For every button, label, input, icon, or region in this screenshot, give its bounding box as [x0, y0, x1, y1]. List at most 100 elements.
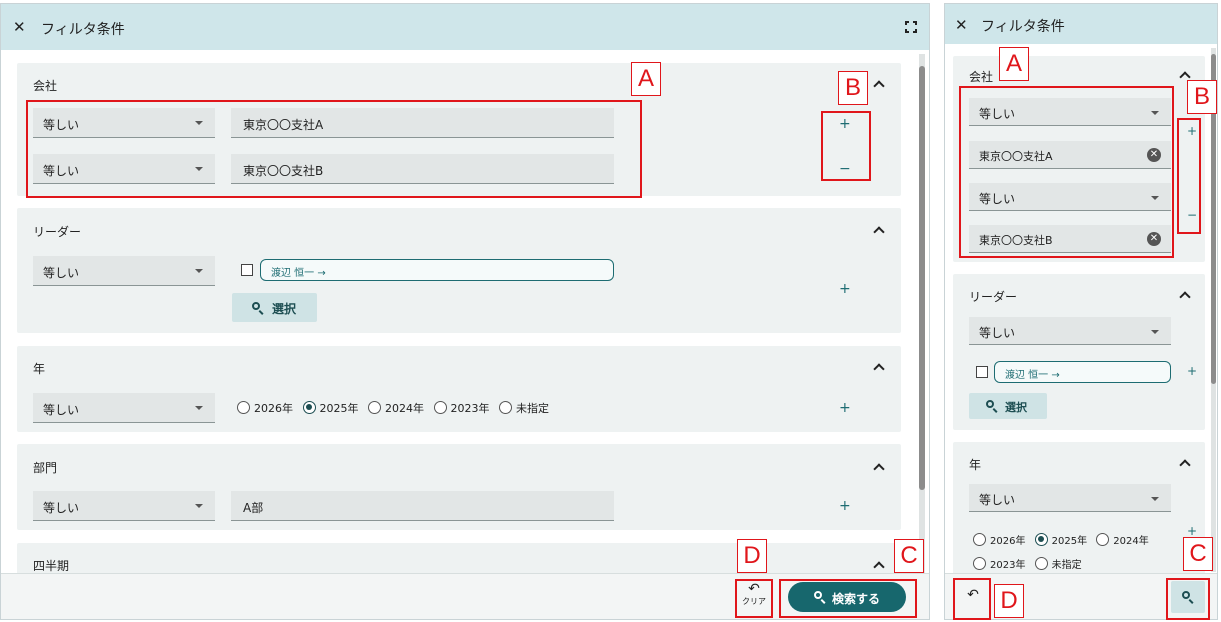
section-dept: 部門 等しい A部 + — [17, 444, 901, 530]
search-button[interactable]: 検索する — [788, 582, 906, 612]
radio-option-selected[interactable]: 2025年 — [1034, 532, 1087, 547]
chevron-down-icon — [195, 121, 203, 125]
radio-option[interactable]: 未指定 — [499, 400, 549, 416]
section-leader: リーダー 等しい 渡辺 恒一 → 選択 + — [17, 208, 901, 333]
operator-select[interactable]: 等しい — [33, 491, 215, 521]
radio-option[interactable]: 2023年 — [973, 556, 1025, 571]
add-condition-button[interactable]: + — [839, 117, 851, 131]
remove-condition-button[interactable]: − — [839, 162, 851, 176]
radio-option[interactable]: 2026年 — [973, 532, 1025, 547]
filter-dialog-wide: ✕ フィルタ条件 会社 等しい 東京〇〇支社A 等しい 東京〇〇支社B + − … — [0, 3, 930, 620]
leader-checkbox[interactable] — [241, 264, 253, 276]
section-leader: リーダー 等しい 渡辺 恒一 → 選択 + — [953, 274, 1205, 430]
chevron-up-icon[interactable] — [1179, 458, 1189, 468]
filter-dialog-narrow: ✕ フィルタ条件 会社 等しい 東京〇〇支社A ✕ 等しい 東京〇〇支社B ✕ — [944, 3, 1218, 620]
section-year: 年 等しい 2026年 2025年 2024年 2023年 未指定 + — [953, 442, 1205, 573]
dialog-header: ✕ フィルタ条件 — [945, 4, 1217, 44]
section-title: 年 — [969, 458, 982, 472]
add-condition-button[interactable]: + — [1187, 364, 1197, 378]
radio-option-selected[interactable]: 2025年 — [302, 400, 359, 416]
chevron-up-icon[interactable] — [873, 462, 883, 472]
chevron-down-icon — [1151, 111, 1159, 115]
operator-select[interactable]: 等しい — [969, 98, 1171, 126]
chevron-down-icon — [195, 504, 203, 508]
chevron-down-icon — [195, 269, 203, 273]
section-title: リーダー — [33, 225, 82, 239]
undo-icon: ↶ — [748, 581, 760, 597]
radio-option[interactable]: 2024年 — [1096, 532, 1149, 547]
section-company: 会社 等しい 東京〇〇支社A ✕ 等しい 東京〇〇支社B ✕ + − — [953, 56, 1205, 262]
annotation-label-c: C — [894, 539, 924, 573]
chevron-down-icon — [1151, 196, 1159, 200]
company-value-input[interactable]: 東京〇〇支社B — [231, 154, 614, 184]
company-value-input[interactable]: 東京〇〇支社A ✕ — [969, 141, 1171, 169]
section-quarter: 四半期 — [17, 543, 901, 573]
company-value-input[interactable]: 東京〇〇支社B ✕ — [969, 225, 1171, 253]
select-leader-button[interactable]: 選択 — [232, 293, 317, 322]
chevron-up-icon[interactable] — [1179, 70, 1189, 80]
chevron-up-icon[interactable] — [873, 560, 883, 570]
search-icon — [814, 591, 822, 599]
chevron-down-icon — [195, 167, 203, 171]
chevron-up-icon[interactable] — [873, 79, 883, 89]
expand-icon[interactable] — [905, 21, 917, 33]
clear-value-icon[interactable]: ✕ — [1147, 232, 1161, 246]
scrollbar[interactable] — [1211, 48, 1216, 572]
annotation-label-c: C — [1183, 537, 1213, 571]
annotation-label-a: A — [631, 62, 661, 96]
year-radio-group: 2026年 2025年 2024年 — [973, 532, 1155, 547]
search-icon — [1182, 591, 1190, 599]
section-title: 四半期 — [33, 559, 70, 573]
operator-select[interactable]: 等しい — [33, 256, 215, 286]
scrollbar-thumb[interactable] — [919, 66, 925, 490]
year-radio-group: 2026年 2025年 2024年 2023年 未指定 — [237, 400, 555, 416]
search-icon — [252, 302, 260, 310]
operator-select[interactable]: 等しい — [969, 484, 1171, 512]
chevron-up-icon[interactable] — [873, 225, 883, 235]
select-leader-button[interactable]: 選択 — [969, 393, 1047, 419]
section-title: 会社 — [969, 70, 994, 84]
annotation-label-d: D — [994, 584, 1024, 618]
close-icon[interactable]: ✕ — [13, 18, 26, 36]
clear-button[interactable]: ↶ クリア — [737, 582, 771, 614]
add-condition-button[interactable]: + — [839, 282, 851, 296]
dialog-footer: ↶ クリア 検索する — [1, 573, 929, 619]
close-icon[interactable]: ✕ — [955, 16, 968, 34]
operator-select[interactable]: 等しい — [33, 393, 215, 423]
dialog-footer: ↶ — [945, 573, 1217, 619]
clear-value-icon[interactable]: ✕ — [1147, 148, 1161, 162]
add-condition-button[interactable]: + — [1187, 524, 1197, 538]
annotation-label-b: B — [1187, 80, 1217, 114]
remove-condition-button[interactable]: − — [1187, 208, 1197, 222]
year-radio-group: 2023年 未指定 — [973, 556, 1088, 571]
dialog-title: フィルタ条件 — [41, 22, 125, 38]
company-value-input[interactable]: 東京〇〇支社A — [231, 108, 614, 138]
add-condition-button[interactable]: + — [839, 499, 851, 513]
leader-chip[interactable]: 渡辺 恒一 → — [260, 259, 614, 281]
chevron-down-icon — [1151, 497, 1159, 501]
leader-checkbox[interactable] — [976, 366, 988, 378]
chevron-up-icon[interactable] — [1179, 290, 1189, 300]
operator-select[interactable]: 等しい — [33, 154, 215, 184]
dialog-title: フィルタ条件 — [981, 19, 1065, 35]
leader-chip[interactable]: 渡辺 恒一 → — [994, 361, 1171, 383]
scrollbar[interactable] — [919, 54, 925, 573]
operator-select[interactable]: 等しい — [33, 108, 215, 138]
chevron-up-icon[interactable] — [873, 362, 883, 372]
chevron-down-icon — [195, 406, 203, 410]
dept-value-input[interactable]: A部 — [231, 491, 614, 521]
operator-select[interactable]: 等しい — [969, 317, 1171, 345]
radio-option[interactable]: 2024年 — [368, 400, 424, 416]
add-condition-button[interactable]: + — [839, 401, 851, 415]
clear-button[interactable]: ↶ — [959, 588, 987, 608]
add-condition-button[interactable]: + — [1187, 124, 1197, 138]
search-button[interactable] — [1171, 581, 1205, 613]
section-year: 年 等しい 2026年 2025年 2024年 2023年 未指定 + — [17, 346, 901, 432]
radio-option[interactable]: 2026年 — [237, 400, 293, 416]
radio-option[interactable]: 2023年 — [433, 400, 490, 416]
operator-select[interactable]: 等しい — [969, 183, 1171, 211]
filter-scroll-area: 会社 等しい 東京〇〇支社A 等しい 東京〇〇支社B + − リーダー 等しい … — [1, 50, 929, 573]
chevron-down-icon — [1151, 330, 1159, 334]
undo-icon: ↶ — [967, 587, 979, 603]
radio-option[interactable]: 未指定 — [1034, 556, 1082, 571]
